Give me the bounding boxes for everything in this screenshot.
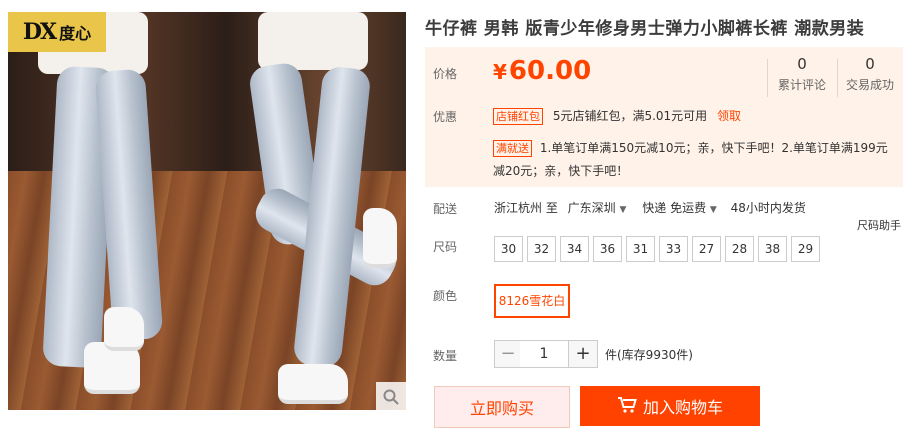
- price-value: ¥60.00: [493, 56, 591, 86]
- shop-coupon-row: 店铺红包 5元店铺红包，满5.01元可用 领取: [493, 107, 741, 125]
- buy-now-label: 立即购买: [469, 399, 534, 418]
- size-option[interactable]: 36: [593, 236, 622, 262]
- discount-row: 满就送 1.单笔订单满150元减10元；亲，快下手吧！2.单笔订单满199元 减…: [493, 137, 897, 183]
- quantity-decrease-button[interactable]: −: [494, 340, 522, 368]
- photo-shirt-right: [258, 12, 368, 70]
- discount-tag: 满就送: [493, 140, 532, 157]
- buy-now-button[interactable]: 立即购买: [434, 386, 570, 428]
- shipping-from: 浙江杭州 至: [494, 201, 558, 215]
- zoom-button[interactable]: [376, 382, 406, 412]
- add-to-cart-button[interactable]: 加入购物车: [580, 386, 760, 426]
- brand-logo-name: 度心: [59, 24, 92, 43]
- dispatch-time: 48小时内发货: [730, 201, 806, 215]
- shipping-destination: 广东深圳: [567, 201, 616, 215]
- discount-line-2: 减20元；亲，快下手吧！: [493, 164, 629, 178]
- magnifier-icon: [383, 389, 399, 405]
- size-option[interactable]: 30: [494, 236, 523, 262]
- size-option[interactable]: 33: [659, 236, 688, 262]
- promo-label: 优惠: [433, 110, 458, 124]
- size-option[interactable]: 34: [560, 236, 589, 262]
- caret-down-icon: ▼: [709, 205, 717, 215]
- reviews-count: 0: [797, 55, 807, 73]
- size-option[interactable]: 32: [527, 236, 556, 262]
- size-option[interactable]: 28: [725, 236, 754, 262]
- brand-logo-mark: DX: [22, 19, 57, 45]
- quantity-increase-button[interactable]: +: [568, 340, 598, 368]
- price-panel: 价格 ¥60.00 0 累计评论 0 交易成功 优惠 店铺红包 5元店铺红包，满…: [425, 47, 903, 187]
- color-label: 颜色: [433, 289, 458, 303]
- size-option[interactable]: 27: [692, 236, 721, 262]
- size-option[interactable]: 29: [791, 236, 820, 262]
- sales-stat: 0 交易成功: [835, 55, 905, 93]
- currency-symbol: ¥: [493, 60, 507, 84]
- cart-icon: [617, 387, 637, 431]
- caret-down-icon: ▼: [619, 205, 627, 215]
- sales-count: 0: [865, 55, 875, 73]
- reviews-label: 累计评论: [777, 78, 826, 92]
- quantity-label: 数量: [433, 349, 458, 363]
- size-helper-link[interactable]: 尺码助手: [857, 217, 901, 233]
- discount-line-1: 1.单笔订单满150元减10元；亲，快下手吧！2.单笔订单满199元: [539, 141, 888, 155]
- color-option-selected[interactable]: 8126雪花白: [494, 284, 570, 318]
- product-title: 牛仔裤 男韩 版青少年修身男士弹力小脚裤长裤 潮款男装: [425, 19, 865, 39]
- shop-coupon-tag: 店铺红包: [493, 108, 543, 125]
- sales-label: 交易成功: [845, 78, 894, 92]
- shipping-method-select[interactable]: 快递 免运费 ▼: [642, 201, 717, 215]
- shipping-row: 浙江杭州 至 广东深圳 ▼ 快递 免运费 ▼ 48小时内发货: [494, 199, 806, 216]
- shipping-label: 配送: [433, 202, 458, 216]
- shop-coupon-text: 5元店铺红包，满5.01元可用: [552, 109, 708, 123]
- photo-shoe: [363, 208, 397, 268]
- photo-shoe: [278, 364, 348, 404]
- claim-coupon-link[interactable]: 领取: [717, 109, 741, 123]
- price-amount: 60.00: [508, 56, 592, 86]
- quantity-input[interactable]: 1: [520, 340, 568, 368]
- size-option[interactable]: 38: [758, 236, 787, 262]
- product-image[interactable]: [8, 12, 406, 410]
- size-label: 尺码: [433, 240, 458, 254]
- add-to-cart-label: 加入购物车: [642, 398, 723, 417]
- photo-shoe: [104, 307, 144, 351]
- reviews-stat[interactable]: 0 累计评论: [767, 55, 837, 93]
- brand-logo: DX 度心: [8, 12, 106, 52]
- shipping-destination-select[interactable]: 广东深圳 ▼: [568, 201, 627, 215]
- stock-text: 件(库存9930件): [605, 348, 693, 362]
- size-option[interactable]: 31: [626, 236, 655, 262]
- shipping-method: 快递 免运费: [642, 201, 707, 215]
- price-label: 价格: [433, 67, 458, 81]
